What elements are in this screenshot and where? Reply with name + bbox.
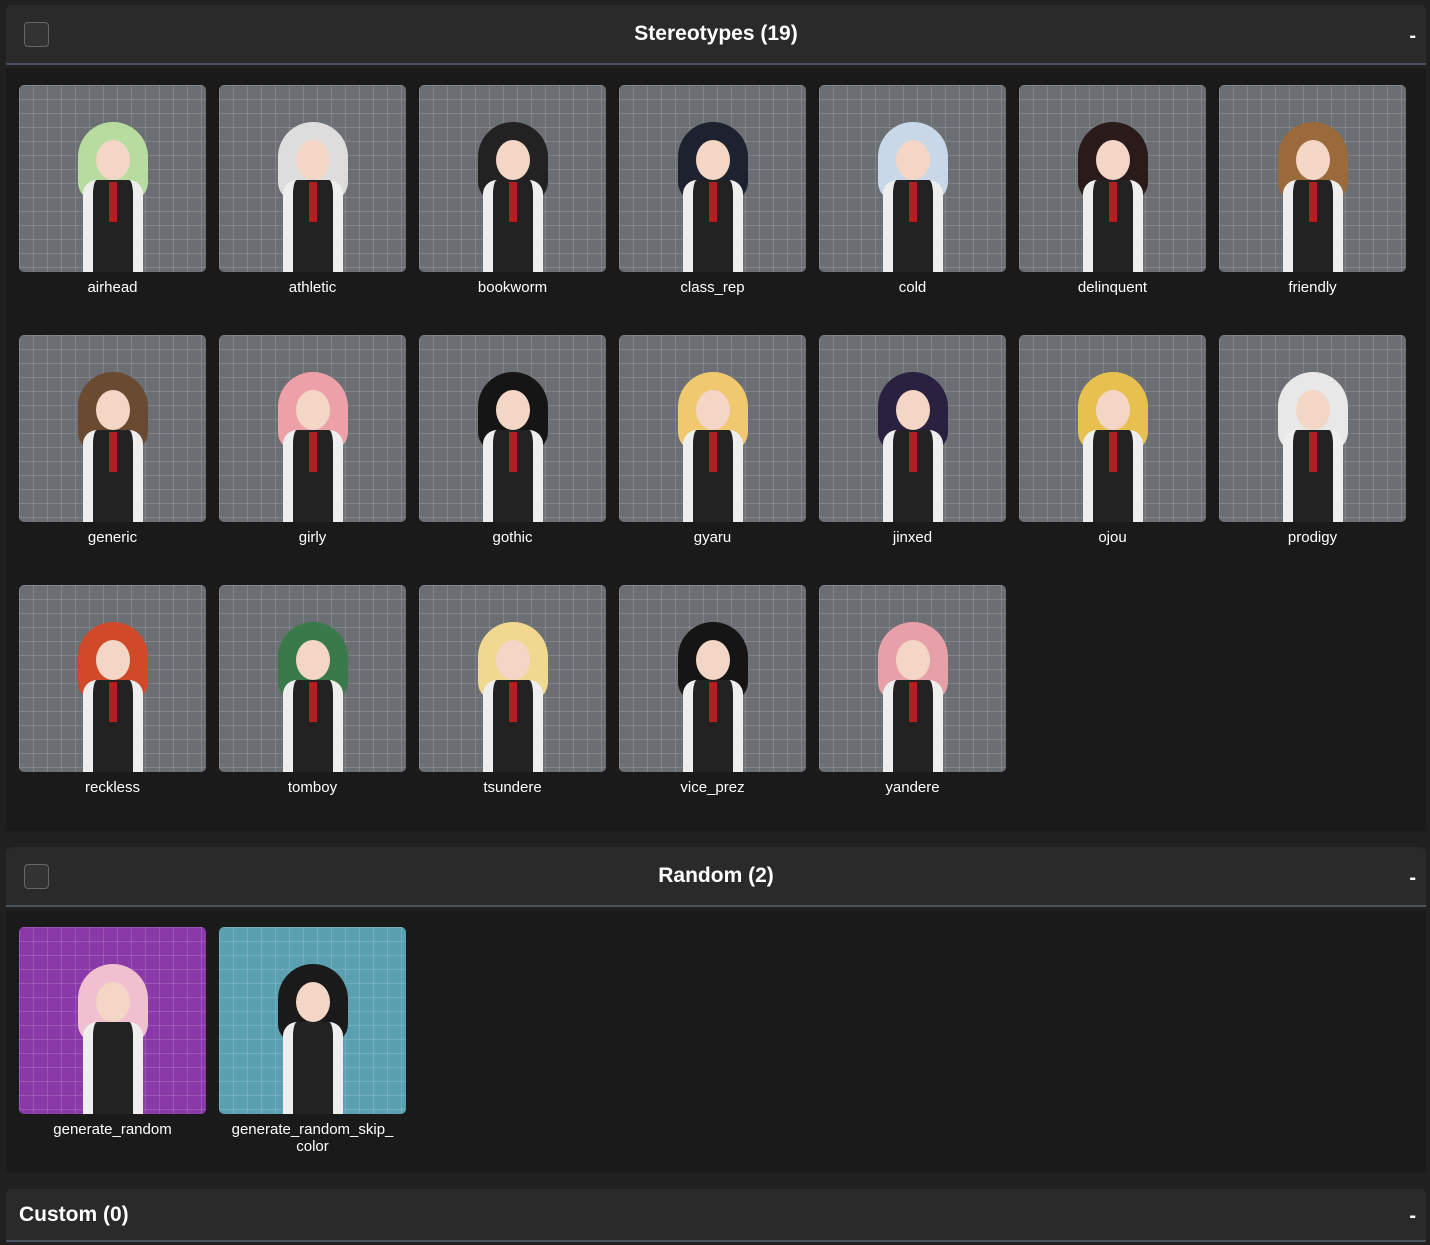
preset-thumbnail[interactable] (819, 335, 1006, 522)
preset-thumbnail[interactable] (619, 335, 806, 522)
section-title: Custom (0) (19, 1202, 129, 1226)
character-figure (463, 622, 563, 772)
preset-card[interactable]: tomboy (219, 585, 406, 796)
character-figure (63, 122, 163, 272)
preset-card[interactable]: cold (819, 85, 1006, 296)
preset-label: girly (298, 529, 327, 546)
preset-thumbnail[interactable] (1019, 335, 1206, 522)
character-figure (663, 622, 763, 772)
character-figure (1063, 372, 1163, 522)
character-figure (863, 372, 963, 522)
preset-thumbnail[interactable] (419, 585, 606, 772)
preset-label: athletic (288, 279, 337, 296)
preset-card[interactable]: prodigy (1219, 335, 1406, 546)
character-figure (1063, 122, 1163, 272)
preset-card[interactable]: generate_random_skip_color (219, 927, 406, 1155)
preset-thumbnail[interactable] (819, 585, 1006, 772)
preset-label: ojou (1098, 529, 1127, 546)
custom-header[interactable]: Custom (0) - (6, 1189, 1426, 1242)
preset-label: gothic (492, 529, 533, 546)
preset-label: reckless (84, 779, 140, 796)
character-figure (663, 372, 763, 522)
preset-label: tsundere (483, 779, 542, 796)
preset-label: gyaru (693, 529, 732, 546)
preset-card[interactable]: delinquent (1019, 85, 1206, 296)
character-figure (63, 622, 163, 772)
preset-thumbnail[interactable] (219, 85, 406, 272)
stereotypes-section: Stereotypes (19) - airhead athletic bookwo… (6, 5, 1426, 831)
preset-thumbnail[interactable] (19, 335, 206, 522)
preset-label: generate_random_skip_color (231, 1121, 394, 1155)
preset-label: class_rep (680, 279, 745, 296)
preset-thumbnail[interactable] (1219, 85, 1406, 272)
character-figure (63, 964, 163, 1114)
preset-label: jinxed (892, 529, 933, 546)
preset-label: delinquent (1077, 279, 1148, 296)
preset-label: friendly (1288, 279, 1337, 296)
random-select-checkbox[interactable] (24, 864, 49, 889)
stereotypes-select-checkbox[interactable] (24, 22, 49, 47)
preset-thumbnail[interactable] (419, 85, 606, 272)
preset-label: tomboy (287, 779, 338, 796)
preset-card[interactable]: class_rep (619, 85, 806, 296)
preset-card[interactable]: generate_random (19, 927, 206, 1138)
character-figure (263, 964, 363, 1114)
preset-thumbnail[interactable] (219, 335, 406, 522)
preset-card[interactable]: yandere (819, 585, 1006, 796)
character-figure (63, 372, 163, 522)
preset-thumbnail[interactable] (19, 85, 206, 272)
section-title: Stereotypes (19) (634, 22, 798, 45)
character-figure (1263, 372, 1363, 522)
preset-card[interactable]: bookworm (419, 85, 606, 296)
preset-card[interactable]: jinxed (819, 335, 1006, 546)
preset-card[interactable]: tsundere (419, 585, 606, 796)
stereotypes-header[interactable]: Stereotypes (19) - (6, 5, 1426, 65)
preset-thumbnail[interactable] (619, 85, 806, 272)
preset-label: yandere (885, 779, 940, 796)
preset-card[interactable]: athletic (219, 85, 406, 296)
preset-thumbnail[interactable] (19, 585, 206, 772)
character-figure (863, 622, 963, 772)
preset-card[interactable]: vice_prez (619, 585, 806, 796)
character-figure (1263, 122, 1363, 272)
character-figure (263, 372, 363, 522)
character-figure (463, 372, 563, 522)
collapse-button[interactable]: - (1409, 1205, 1416, 1228)
random-header[interactable]: Random (2) - (6, 847, 1426, 907)
preset-thumbnail[interactable] (419, 335, 606, 522)
preset-thumbnail[interactable] (619, 585, 806, 772)
preset-label: airhead (87, 279, 138, 296)
preset-thumbnail[interactable] (219, 585, 406, 772)
character-figure (263, 622, 363, 772)
character-figure (263, 122, 363, 272)
preset-card[interactable]: gothic (419, 335, 606, 546)
collapse-button[interactable]: - (1409, 867, 1416, 890)
preset-card[interactable]: gyaru (619, 335, 806, 546)
custom-section: Custom (0) - (6, 1189, 1426, 1242)
character-figure (663, 122, 763, 272)
section-title: Random (2) (658, 864, 774, 887)
character-figure (463, 122, 563, 272)
preset-label: bookworm (477, 279, 548, 296)
preset-label: prodigy (1287, 529, 1338, 546)
preset-label: vice_prez (680, 779, 745, 796)
preset-card[interactable]: airhead (19, 85, 206, 296)
character-figure (863, 122, 963, 272)
preset-thumbnail[interactable] (1219, 335, 1406, 522)
preset-card[interactable]: ojou (1019, 335, 1206, 546)
preset-label: generate_random (53, 1121, 172, 1138)
preset-thumbnail[interactable] (219, 927, 406, 1114)
preset-thumbnail[interactable] (19, 927, 206, 1114)
preset-card[interactable]: generic (19, 335, 206, 546)
preset-card[interactable]: girly (219, 335, 406, 546)
preset-thumbnail[interactable] (1019, 85, 1206, 272)
preset-label: generic (87, 529, 138, 546)
preset-card[interactable]: reckless (19, 585, 206, 796)
preset-label: cold (898, 279, 927, 296)
collapse-button[interactable]: - (1409, 25, 1416, 48)
preset-thumbnail[interactable] (819, 85, 1006, 272)
random-section: Random (2) - generate_random generate_ran… (6, 847, 1426, 1173)
preset-card[interactable]: friendly (1219, 85, 1406, 296)
